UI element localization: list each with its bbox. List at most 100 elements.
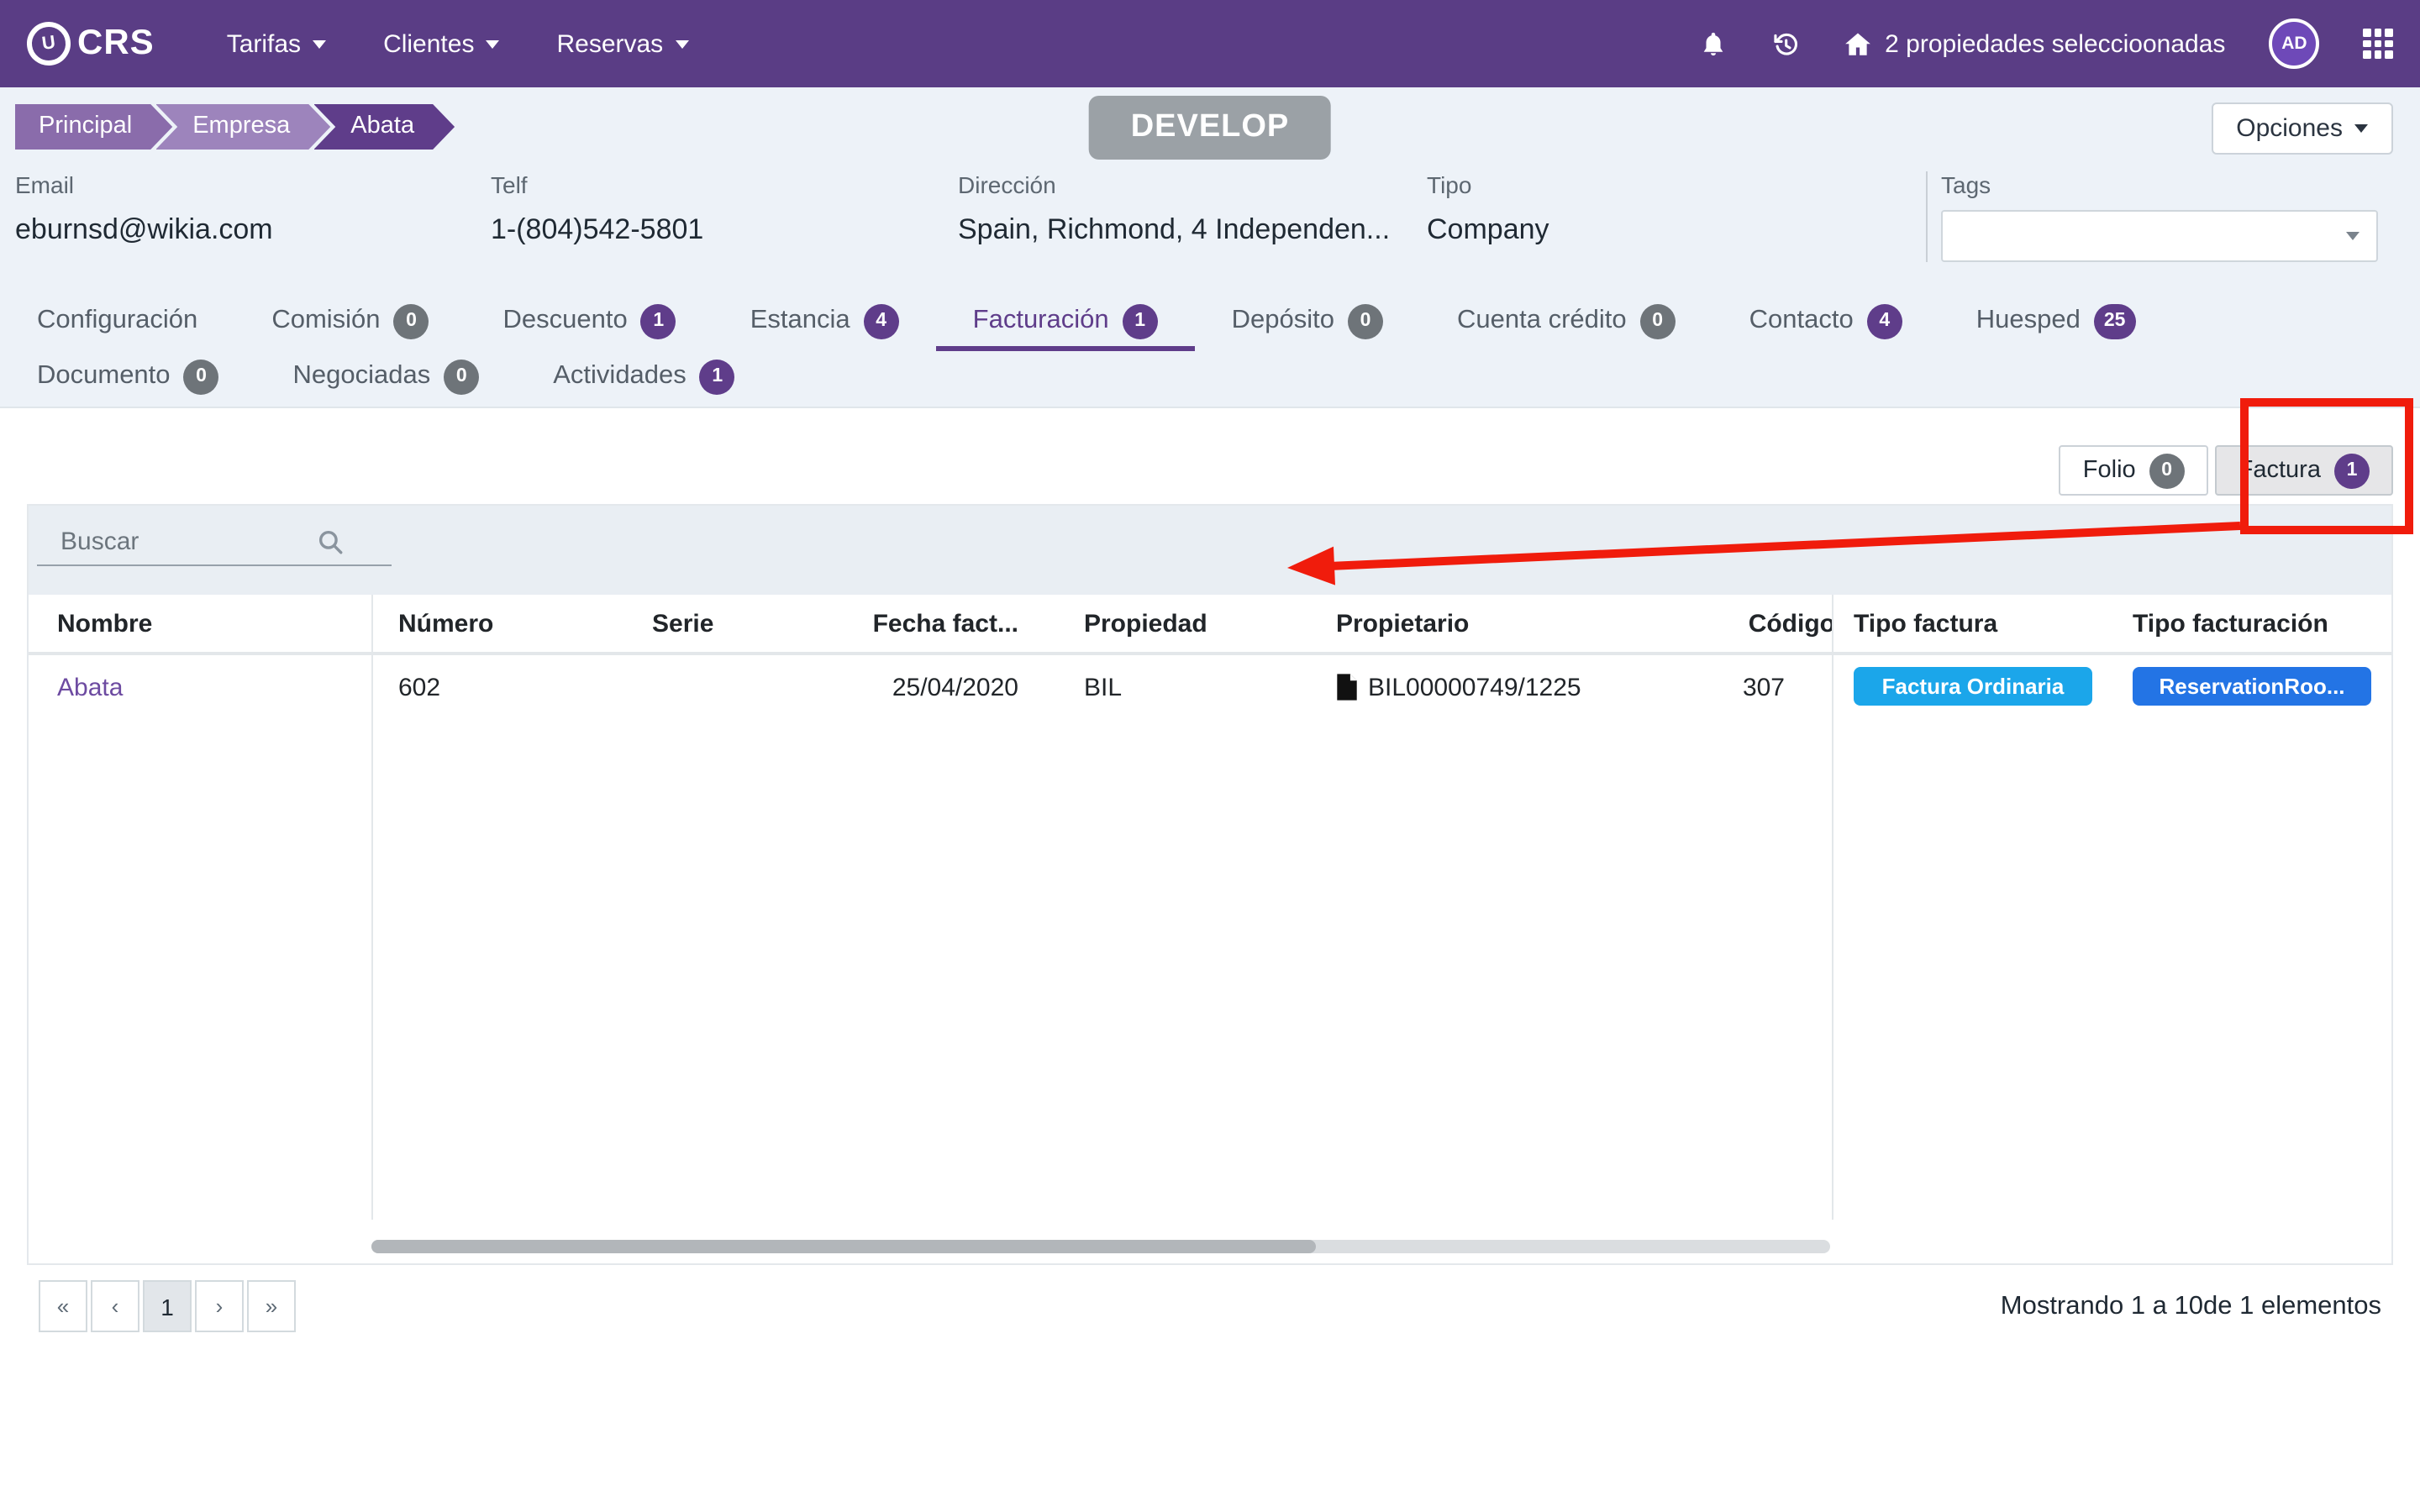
- tab-content: Folio0 Factura1 Nombre: [0, 408, 2420, 1332]
- field-type: Tipo Company: [1427, 171, 1926, 262]
- tab-count-badge: 1: [700, 359, 735, 394]
- main-menu: Tarifas Clientes Reservas: [198, 0, 718, 87]
- row-numero: 602: [398, 655, 440, 719]
- tab-count-badge: 1: [1123, 303, 1158, 339]
- pagination-last-button[interactable]: »: [247, 1280, 296, 1332]
- tab-count-badge: 25: [2094, 303, 2136, 339]
- tab-documento[interactable]: Documento0: [0, 351, 256, 407]
- folio-factura-switch: Folio0 Factura1: [2060, 445, 2393, 496]
- tab-count-badge: 0: [184, 359, 219, 394]
- folio-count-badge: 0: [2149, 453, 2185, 488]
- tipo-factura-badge: Factura Ordinaria: [1854, 667, 2092, 706]
- factura-table-card: Nombre Abata Número Serie Fecha fact... …: [27, 504, 2393, 1265]
- search-icon[interactable]: [316, 528, 345, 556]
- field-address: Dirección Spain, Richmond, 4 Independen.…: [958, 171, 1427, 262]
- phone-label: Telf: [491, 171, 958, 198]
- factura-table: Nombre Abata Número Serie Fecha fact... …: [29, 595, 2391, 1263]
- avatar[interactable]: AD: [2269, 18, 2319, 69]
- chevron-down-icon: [313, 39, 326, 48]
- breadcrumb-abata[interactable]: Abata: [313, 104, 455, 150]
- chevron-down-icon: [486, 39, 499, 48]
- tab-actividades[interactable]: Actividades1: [516, 351, 772, 407]
- table-row-right: Factura Ordinaria ReservationRoo...: [1833, 655, 2391, 719]
- history-icon[interactable]: [1770, 29, 1799, 58]
- tab-contacto[interactable]: Contacto4: [1712, 296, 1939, 351]
- pagination-previous-button[interactable]: ‹: [91, 1280, 139, 1332]
- column-header-tipo-factura: Tipo factura: [1854, 595, 1997, 652]
- selected-properties[interactable]: 2 propiedades seleccioonadas: [1843, 29, 2225, 58]
- tab-descuento[interactable]: Descuento1: [466, 296, 713, 351]
- nav-menu-tarifas[interactable]: Tarifas: [198, 0, 355, 87]
- tab-estancia[interactable]: Estancia4: [713, 296, 936, 351]
- notifications-bell-icon[interactable]: [1698, 29, 1727, 58]
- column-header-fecha-factura: Fecha fact...: [867, 595, 1018, 652]
- email-label: Email: [15, 171, 491, 198]
- row-propietario: BIL00000749/1225: [1336, 655, 1581, 719]
- pagination-page-1-button[interactable]: 1: [143, 1280, 192, 1332]
- tab-count-badge: 4: [864, 303, 899, 339]
- options-button[interactable]: Opciones: [2211, 102, 2393, 155]
- document-icon: [1336, 674, 1358, 701]
- search-input[interactable]: [57, 526, 316, 558]
- row-propiedad: BIL: [1084, 655, 1122, 719]
- table-row: Abata: [29, 655, 371, 719]
- tab-count-badge: 0: [1348, 303, 1383, 339]
- logo-text: CRS: [77, 24, 155, 64]
- tab-count-badge: 0: [1640, 303, 1676, 339]
- breadcrumb-principal[interactable]: Principal: [15, 104, 172, 150]
- column-header-serie: Serie: [652, 595, 713, 652]
- app-root: U CRS Tarifas Clientes Reservas 2 propie…: [0, 0, 2420, 1512]
- address-label: Dirección: [958, 171, 1427, 198]
- table-row-middle: 602 25/04/2020 BIL BIL00000749/1225 307: [373, 655, 1832, 719]
- app-logo[interactable]: U CRS: [27, 22, 155, 66]
- address-value: Spain, Richmond, 4 Independen...: [958, 213, 1427, 247]
- folio-tab-button[interactable]: Folio0: [2060, 445, 2208, 496]
- apps-grid-icon[interactable]: [2363, 29, 2393, 59]
- logo-u-icon: U: [24, 19, 74, 69]
- top-navbar: U CRS Tarifas Clientes Reservas 2 propie…: [0, 0, 2420, 87]
- horizontal-scrollbar[interactable]: [371, 1240, 1830, 1253]
- row-fecha-factura: 25/04/2020: [867, 655, 1018, 719]
- column-header-numero: Número: [398, 595, 493, 652]
- tab-huesped[interactable]: Huesped25: [1939, 296, 2173, 351]
- tab-configuracion[interactable]: Configuración: [0, 296, 234, 351]
- column-header-propiedad: Propiedad: [1084, 595, 1207, 652]
- navbar-right: 2 propiedades seleccioonadas AD: [1698, 18, 2393, 69]
- factura-tab-button[interactable]: Factura1: [2215, 445, 2393, 496]
- pagination-next-button[interactable]: ›: [195, 1280, 244, 1332]
- field-tags: Tags: [1926, 171, 2366, 262]
- column-header-nombre: Nombre: [57, 595, 152, 652]
- pagination-first-button[interactable]: «: [39, 1280, 87, 1332]
- tab-negociadas[interactable]: Negociadas0: [256, 351, 517, 407]
- type-label: Tipo: [1427, 171, 1926, 198]
- chevron-down-icon: [2346, 232, 2360, 240]
- column-header-tipo-facturacion: Tipo facturación: [2133, 595, 2328, 652]
- chevron-down-icon: [675, 39, 688, 48]
- tab-count-badge: 0: [394, 303, 429, 339]
- breadcrumb-empresa[interactable]: Empresa: [155, 104, 330, 150]
- environment-badge: DEVELOP: [1089, 96, 1332, 160]
- nav-menu-clientes[interactable]: Clientes: [355, 0, 528, 87]
- tab-comision[interactable]: Comisión0: [234, 296, 466, 351]
- field-email: Email eburnsd@wikia.com: [15, 171, 491, 262]
- email-value: eburnsd@wikia.com: [15, 213, 491, 247]
- tab-cuenta-credito[interactable]: Cuenta crédito0: [1420, 296, 1712, 351]
- column-header-propietario: Propietario: [1336, 595, 1469, 652]
- factura-count-badge: 1: [2334, 453, 2370, 488]
- tab-count-badge: 4: [1867, 303, 1902, 339]
- tab-count-badge: 0: [444, 359, 479, 394]
- scrollbar-thumb[interactable]: [371, 1240, 1316, 1253]
- client-info-row: Email eburnsd@wikia.com Telf 1-(804)542-…: [0, 168, 2420, 286]
- breadcrumb: Principal Empresa Abata: [15, 104, 455, 150]
- page-header: Principal Empresa Abata DEVELOP Opciones…: [0, 87, 2420, 289]
- search-input-wrapper: [37, 526, 392, 566]
- tab-facturacion[interactable]: Facturación1: [936, 296, 1195, 351]
- table-toolbar: [29, 506, 2391, 595]
- tags-select[interactable]: [1941, 210, 2378, 262]
- chevron-down-icon: [2354, 124, 2368, 133]
- tab-deposito[interactable]: Depósito0: [1195, 296, 1420, 351]
- nav-menu-reservas[interactable]: Reservas: [528, 0, 717, 87]
- tipo-facturacion-badge: ReservationRoo...: [2133, 667, 2371, 706]
- row-nombre-link[interactable]: Abata: [57, 673, 123, 701]
- entity-tabs: Configuración Comisión0 Descuento1 Estan…: [0, 289, 2420, 408]
